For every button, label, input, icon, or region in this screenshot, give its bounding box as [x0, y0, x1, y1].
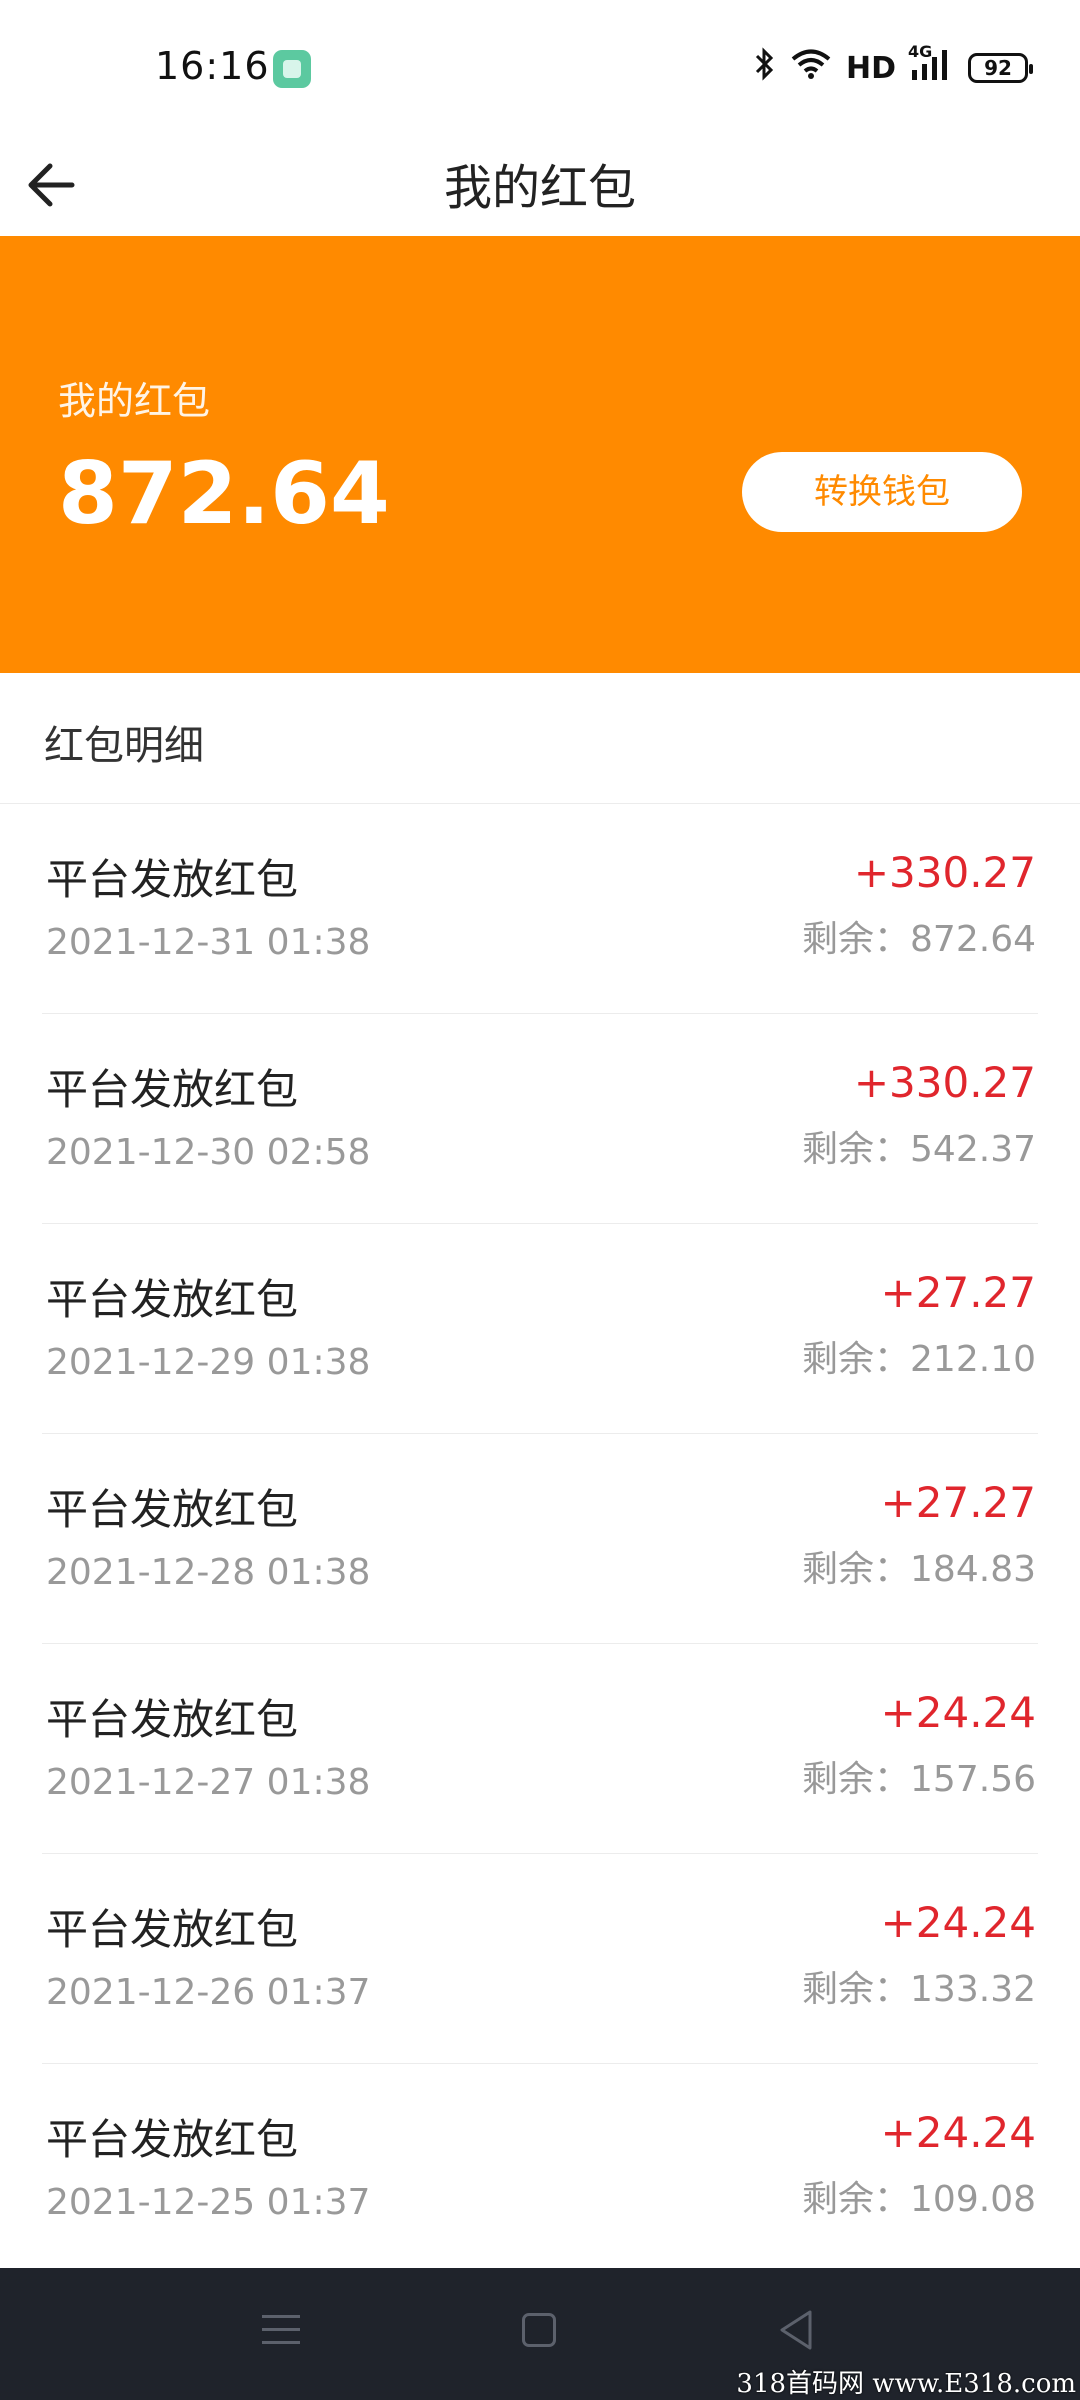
record-title: 平台发放红包	[46, 2115, 299, 2164]
record-balance: 剩余：212.10	[802, 1339, 1036, 1380]
status-bar: 16:16 HD 4G 92	[0, 0, 1080, 138]
menu-icon[interactable]	[262, 2313, 300, 2347]
record-amount: +24.24	[880, 1688, 1036, 1737]
bluetooth-icon	[754, 47, 776, 89]
record-balance: 剩余：872.64	[802, 919, 1036, 960]
home-icon[interactable]	[522, 2313, 556, 2347]
page-title: 我的红包	[443, 160, 636, 216]
battery-icon: 92	[968, 53, 1033, 83]
record-title: 平台发放红包	[46, 1065, 299, 1114]
wifi-icon	[790, 48, 832, 88]
record-date: 2021-12-26 01:37	[46, 1972, 371, 2013]
list-item[interactable]: 平台发放红包 2021-12-29 01:38 +27.27 剩余：212.10	[42, 1224, 1038, 1434]
list-item[interactable]: 平台发放红包 2021-12-26 01:37 +24.24 剩余：133.32	[42, 1854, 1038, 2064]
status-time: 16:16	[155, 44, 270, 88]
app-icon	[273, 50, 311, 88]
watermark-text: 318首码网 www.E318.com	[736, 2369, 1076, 2399]
back-icon[interactable]	[776, 2308, 816, 2352]
signal-4g-label: 4G	[908, 42, 933, 61]
record-title: 平台发放红包	[46, 1275, 299, 1324]
record-amount: +330.27	[853, 848, 1036, 897]
list-item[interactable]: 平台发放红包 2021-12-30 02:58 +330.27 剩余：542.3…	[42, 1014, 1038, 1224]
record-amount: +27.27	[880, 1268, 1036, 1317]
records-list: 平台发放红包 2021-12-31 01:38 +330.27 剩余：872.6…	[0, 804, 1080, 2273]
record-amount: +330.27	[853, 1058, 1036, 1107]
record-date: 2021-12-28 01:38	[46, 1552, 371, 1593]
record-balance: 剩余：184.83	[802, 1549, 1036, 1590]
details-section-header: 红包明细	[0, 673, 1080, 804]
balance-amount: 872.64	[58, 444, 390, 544]
record-amount: +24.24	[880, 1898, 1036, 1947]
record-date: 2021-12-25 01:37	[46, 2182, 371, 2223]
list-item[interactable]: 平台发放红包 2021-12-27 01:38 +24.24 剩余：157.56	[42, 1644, 1038, 1854]
record-balance: 剩余：157.56	[802, 1759, 1036, 1800]
record-date: 2021-12-31 01:38	[46, 922, 371, 963]
record-balance: 剩余：133.32	[802, 1969, 1036, 2010]
app-header: 我的红包	[0, 138, 1080, 236]
balance-banner: 我的红包 872.64 转换钱包	[0, 236, 1080, 673]
record-title: 平台发放红包	[46, 855, 299, 904]
convert-wallet-button[interactable]: 转换钱包	[742, 452, 1022, 532]
record-date: 2021-12-29 01:38	[46, 1342, 371, 1383]
record-date: 2021-12-30 02:58	[46, 1132, 371, 1173]
list-item[interactable]: 平台发放红包 2021-12-28 01:38 +27.27 剩余：184.83	[42, 1434, 1038, 1644]
record-title: 平台发放红包	[46, 1695, 299, 1744]
status-icons: HD 4G 92	[754, 42, 1033, 89]
record-amount: +24.24	[880, 2108, 1036, 2157]
record-date: 2021-12-27 01:38	[46, 1762, 371, 1803]
record-balance: 剩余：109.08	[802, 2179, 1036, 2220]
record-balance: 剩余：542.37	[802, 1129, 1036, 1170]
record-title: 平台发放红包	[46, 1485, 299, 1534]
list-item[interactable]: 平台发放红包 2021-12-31 01:38 +330.27 剩余：872.6…	[42, 804, 1038, 1014]
section-title: 红包明细	[44, 723, 204, 769]
record-amount: +27.27	[880, 1478, 1036, 1527]
record-title: 平台发放红包	[46, 1905, 299, 1954]
system-nav-bar: 318首码网 www.E318.com	[0, 2268, 1080, 2400]
balance-label: 我的红包	[58, 379, 211, 423]
hd-label: HD	[845, 50, 896, 86]
list-item[interactable]: 平台发放红包 2021-12-25 01:37 +24.24 剩余：109.08	[42, 2064, 1038, 2273]
signal-icon: 4G	[908, 42, 954, 88]
